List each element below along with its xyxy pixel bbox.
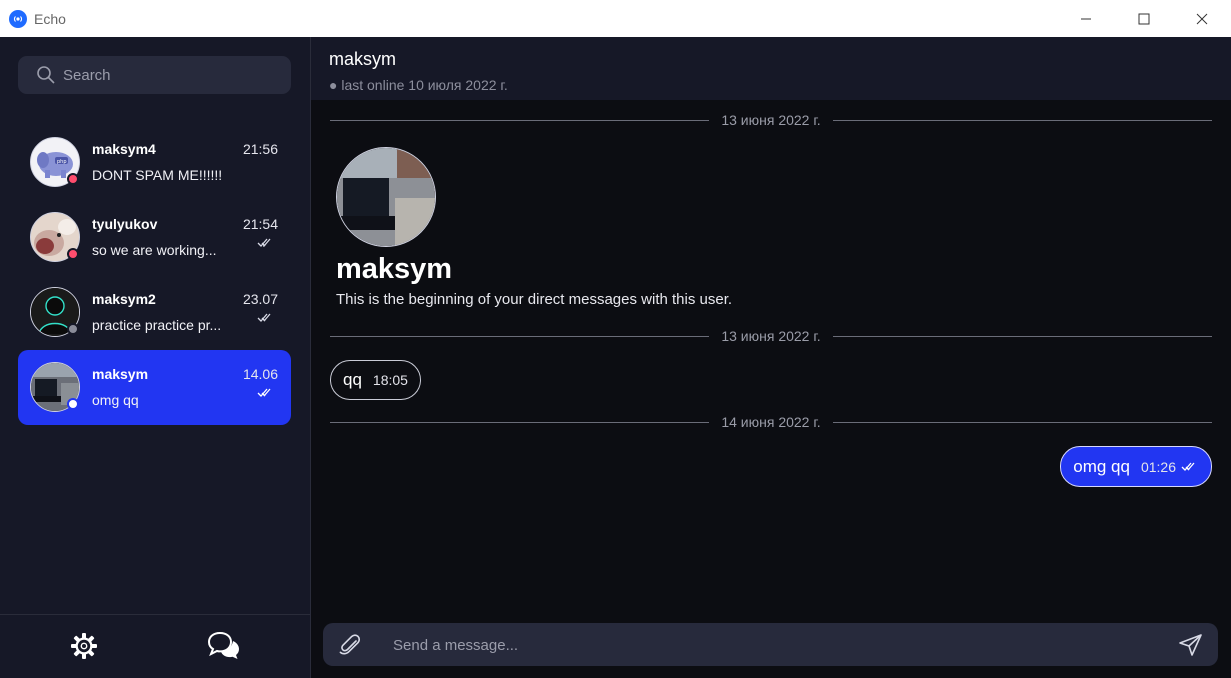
close-icon	[1196, 13, 1208, 24]
minimize-icon	[1081, 18, 1091, 19]
profile-name: maksym	[336, 253, 453, 285]
last-online-status: ● last online 10 июля 2022 г.	[329, 77, 508, 93]
message-time: 18:05	[372, 372, 408, 388]
chat-preview: so we are working...	[92, 242, 217, 258]
chat-list: php maksym4 21:56 DONT SPAM ME!!!!!! tyu…	[18, 125, 291, 425]
search-box[interactable]: Search	[18, 56, 291, 94]
maximize-icon	[1138, 13, 1150, 24]
gear-icon	[71, 633, 97, 659]
window-title: Echo	[34, 10, 66, 27]
date-label: 14 июня 2022 г.	[721, 414, 821, 430]
send-icon[interactable]	[1178, 632, 1204, 658]
chats-button[interactable]	[207, 629, 241, 663]
chat-name: tyulyukov	[92, 216, 158, 232]
double-check-icon	[257, 313, 271, 322]
date-label: 13 июня 2022 г.	[721, 112, 821, 128]
outgoing-message[interactable]: omg qq 01:26	[1060, 446, 1212, 487]
chat-item-maksym4[interactable]: php maksym4 21:56 DONT SPAM ME!!!!!!	[18, 125, 291, 200]
settings-button[interactable]	[67, 629, 101, 663]
chat-item-maksym2[interactable]: maksym2 23.07 practice practice pr...	[18, 275, 291, 350]
date-divider: 13 июня 2022 г.	[330, 326, 1212, 346]
conversation-intro-text: This is the beginning of your direct mes…	[336, 291, 733, 308]
maximize-button[interactable]	[1115, 0, 1173, 37]
chat-time: 21:54	[242, 216, 278, 232]
double-check-icon	[257, 238, 271, 247]
message-text: qq	[343, 370, 362, 389]
paperclip-icon[interactable]	[337, 632, 363, 658]
chat-time: 21:56	[242, 141, 278, 157]
chat-name: maksym	[92, 366, 149, 382]
chat-preview: DONT SPAM ME!!!!!!	[92, 167, 223, 183]
incoming-message[interactable]: qq 18:05	[330, 360, 421, 400]
message-composer	[323, 623, 1218, 668]
message-time: 01:26	[1140, 458, 1176, 475]
conversation-header: maksym ● last online 10 июля 2022 г.	[311, 37, 1231, 100]
laptop-photo-avatar-image	[337, 148, 435, 246]
search-icon	[37, 66, 55, 84]
chat-preview: practice practice pr...	[92, 317, 222, 333]
conversation-panel: maksym ● last online 10 июля 2022 г. 13 …	[311, 37, 1231, 678]
app-logo-icon	[9, 9, 27, 28]
double-check-icon	[257, 388, 271, 397]
title-bar: Echo	[0, 0, 1231, 37]
chat-time: 14.06	[242, 366, 278, 382]
message-text: omg qq	[1073, 456, 1130, 476]
svg-text:php: php	[57, 159, 67, 165]
chat-item-tyulyukov[interactable]: tyulyukov 21:54 so we are working...	[18, 200, 291, 275]
chat-bubbles-icon	[207, 631, 239, 659]
chat-name: maksym2	[92, 291, 156, 307]
date-label: 13 июня 2022 г.	[721, 328, 821, 344]
chat-item-maksym[interactable]: maksym 14.06 omg qq	[18, 350, 291, 425]
status-dot	[67, 248, 79, 260]
double-check-icon	[1181, 462, 1195, 471]
profile-avatar	[336, 147, 436, 247]
date-divider: 14 июня 2022 г.	[330, 412, 1212, 432]
chat-time: 23.07	[242, 291, 278, 307]
chat-name: maksym4	[92, 141, 156, 157]
close-button[interactable]	[1173, 0, 1231, 37]
chat-preview: omg qq	[92, 392, 139, 408]
minimize-button[interactable]	[1057, 0, 1115, 37]
status-dot	[67, 398, 79, 410]
sidebar: Search php maksym4 21:56 DONT SPAM ME!!!…	[0, 37, 311, 678]
contact-name[interactable]: maksym	[329, 49, 396, 70]
search-placeholder: Search	[63, 66, 111, 84]
status-dot	[67, 173, 79, 185]
status-dot	[67, 323, 79, 335]
sidebar-footer	[0, 614, 310, 678]
message-input[interactable]	[391, 623, 1155, 668]
date-divider: 13 июня 2022 г.	[330, 110, 1212, 130]
